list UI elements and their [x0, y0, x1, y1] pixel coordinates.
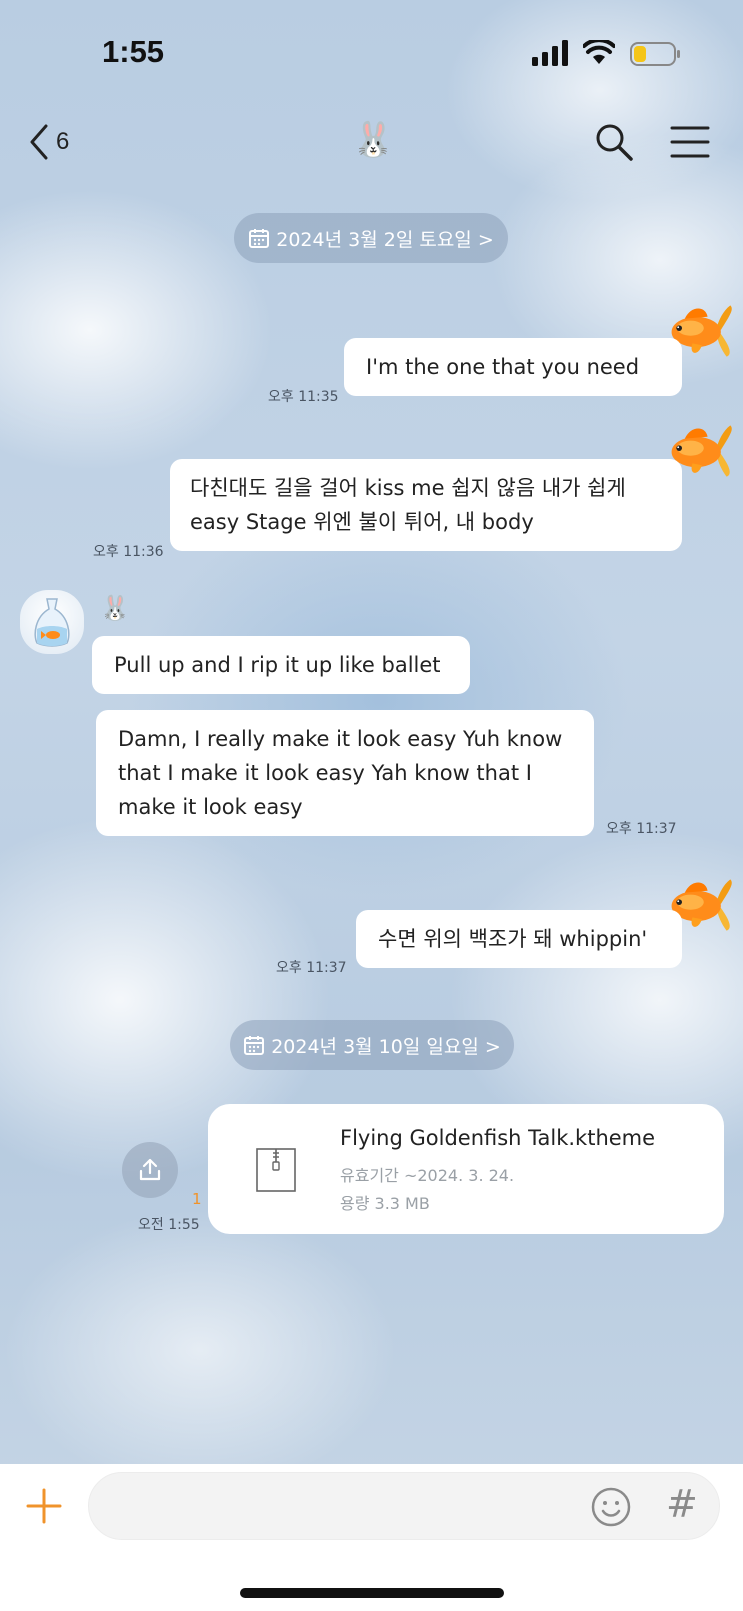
share-button[interactable]: [122, 1142, 178, 1198]
message-time: 오후 11:37: [276, 960, 347, 976]
outgoing-message-bubble[interactable]: I'm the one that you need: [344, 338, 682, 396]
battery-icon: [630, 42, 680, 66]
status-bar: 1:55: [0, 0, 743, 100]
file-size: 용량 3.3 MB: [340, 1194, 430, 1213]
file-name: Flying Goldenfish Talk.ktheme: [340, 1126, 656, 1150]
zip-file-icon: [256, 1148, 296, 1192]
outgoing-message-bubble[interactable]: 수면 위의 백조가 돼 whippin': [356, 910, 682, 968]
unread-count: 1: [192, 1190, 202, 1208]
wifi-icon: [583, 40, 615, 64]
status-time: 1:55: [102, 34, 165, 69]
smiley-icon[interactable]: [590, 1486, 632, 1528]
chat-header: 6 🐰: [0, 110, 743, 174]
unread-chat-count: 6: [56, 128, 70, 155]
calendar-icon: [249, 229, 270, 248]
date-divider[interactable]: 2024년 3월 2일 토요일 >: [234, 213, 508, 263]
plus-icon[interactable]: [24, 1486, 64, 1526]
sender-name: 🐰: [100, 594, 130, 622]
message-input-bar: #: [0, 1464, 743, 1611]
message-time: 오후 11:35: [268, 389, 339, 405]
incoming-message-bubble[interactable]: Pull up and I rip it up like ballet: [92, 636, 470, 694]
sender-avatar[interactable]: [20, 590, 84, 654]
file-message-card[interactable]: Flying Goldenfish Talk.ktheme 유효기간 ~2024…: [208, 1104, 724, 1234]
signal-icon: [532, 40, 568, 66]
chevron-left-icon: [30, 124, 48, 160]
room-title: 🐰: [352, 120, 395, 160]
search-icon[interactable]: [594, 122, 634, 162]
date-divider-label: 2024년 3월 2일 토요일 >: [276, 228, 494, 251]
message-time: 오후 11:36: [93, 544, 164, 560]
hashtag-icon[interactable]: #: [666, 1482, 698, 1526]
back-button[interactable]: 6: [28, 122, 69, 162]
goldfish-bag-icon: [34, 598, 70, 647]
incoming-message-bubble[interactable]: Damn, I really make it look easy Yuh kno…: [96, 710, 594, 836]
file-expiry: 유효기간 ~2024. 3. 24.: [340, 1166, 515, 1185]
date-divider-label: 2024년 3월 10일 일요일 >: [271, 1035, 501, 1058]
date-divider[interactable]: 2024년 3월 10일 일요일 >: [230, 1020, 514, 1070]
hamburger-menu-icon[interactable]: [670, 124, 710, 160]
calendar-icon: [244, 1036, 265, 1055]
message-time: 오전 1:55: [138, 1217, 200, 1233]
share-icon: [139, 1158, 161, 1181]
message-time: 오후 11:37: [606, 821, 677, 837]
home-indicator: [240, 1588, 504, 1598]
outgoing-message-bubble[interactable]: 다친대도 길을 걸어 kiss me 쉽지 않음 내가 쉽게 easy Stag…: [170, 459, 682, 551]
